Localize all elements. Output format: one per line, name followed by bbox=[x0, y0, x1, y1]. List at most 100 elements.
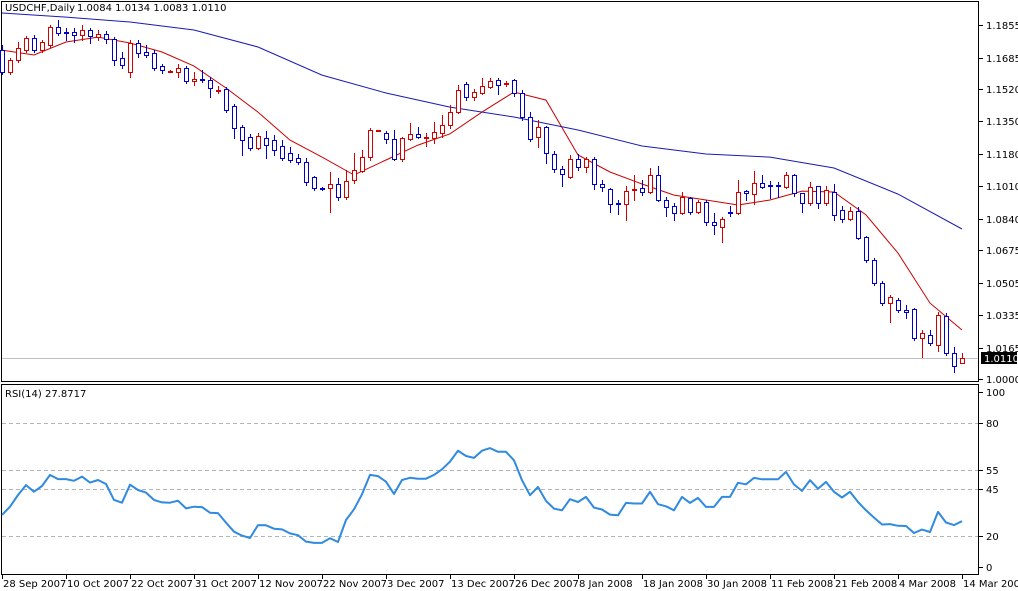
rsi-tick-label: 100 bbox=[986, 388, 1005, 399]
candle-body bbox=[944, 316, 949, 354]
candle-body bbox=[416, 134, 421, 138]
rsi-pane[interactable]: 100 80 55 45 20 0 RSI(14) 27.8717 bbox=[1, 384, 1006, 575]
candle-body bbox=[584, 159, 589, 168]
time-tick-label: 18 Jan 2008 bbox=[643, 579, 703, 590]
candle-body bbox=[304, 162, 309, 183]
candle-body bbox=[704, 202, 709, 223]
rsi-tick-label: 0 bbox=[986, 563, 992, 574]
candle-body bbox=[368, 130, 373, 158]
candle-body bbox=[592, 159, 597, 185]
time-tick-label: 22 Oct 2007 bbox=[131, 579, 193, 590]
time-tick-label: 11 Feb 2008 bbox=[771, 579, 833, 590]
bullish-candle bbox=[400, 137, 405, 162]
bearish-candle bbox=[872, 258, 877, 286]
candle-body bbox=[504, 83, 509, 85]
candle-body bbox=[288, 153, 293, 161]
candle-body bbox=[520, 93, 525, 118]
rsi-pane-frame bbox=[1, 384, 979, 575]
bearish-candle bbox=[944, 313, 949, 356]
candle-body bbox=[760, 183, 765, 188]
time-tick-label: 12 Nov 2007 bbox=[259, 579, 323, 590]
candle-body bbox=[176, 68, 181, 73]
chart-title: USDCHF,Daily bbox=[5, 3, 75, 14]
price-pane[interactable]: 1.1855 1.1685 1.1520 1.1350 1.1180 1.1010 1.08… bbox=[0, 1, 1018, 387]
candle-body bbox=[752, 183, 757, 195]
candle-body bbox=[800, 193, 805, 204]
time-tick-label: 28 Sep 2007 bbox=[3, 579, 66, 590]
bullish-candle bbox=[24, 36, 29, 53]
bearish-candle bbox=[880, 281, 885, 306]
rsi-tick-label: 20 bbox=[986, 532, 999, 543]
time-tick-label: 13 Dec 2007 bbox=[451, 579, 515, 590]
candle-body bbox=[960, 358, 965, 364]
candle-body bbox=[32, 38, 37, 51]
candle-body bbox=[424, 137, 429, 139]
bullish-candle bbox=[368, 128, 373, 161]
candle-body bbox=[624, 191, 629, 205]
candle-body bbox=[264, 138, 269, 146]
candle-body bbox=[432, 132, 437, 139]
candle-body bbox=[224, 89, 229, 111]
candle-body bbox=[88, 30, 93, 37]
bullish-candle bbox=[376, 130, 381, 132]
candle-body bbox=[848, 211, 853, 220]
time-tick-label: 3 Dec 2007 bbox=[387, 579, 445, 590]
bearish-candle bbox=[704, 200, 709, 226]
candle-body bbox=[608, 189, 613, 205]
time-tick-label: 8 Jan 2008 bbox=[579, 579, 633, 590]
bearish-candle bbox=[896, 298, 901, 313]
price-tick-label: 1.1520 bbox=[986, 85, 1018, 96]
candle-body bbox=[768, 185, 773, 187]
bearish-candle bbox=[912, 308, 917, 341]
candle-body bbox=[192, 79, 197, 82]
price-tick-label: 1.0000 bbox=[986, 375, 1018, 386]
price-tick-label: 1.0840 bbox=[986, 215, 1018, 226]
bearish-candle bbox=[792, 174, 797, 197]
candle-body bbox=[464, 84, 469, 98]
bearish-candle bbox=[864, 236, 869, 263]
bearish-candle bbox=[520, 90, 525, 121]
bearish-candle bbox=[552, 151, 557, 173]
candle-body bbox=[808, 187, 813, 204]
time-tick-label: 10 Oct 2007 bbox=[67, 579, 129, 590]
candle-body bbox=[904, 310, 909, 313]
price-tick-label: 1.1855 bbox=[986, 21, 1018, 32]
rsi-tick-label: 55 bbox=[986, 466, 999, 477]
candle-body bbox=[832, 192, 837, 216]
candle-body bbox=[936, 315, 941, 346]
candle-body bbox=[816, 186, 821, 204]
candle-body bbox=[280, 146, 285, 159]
candle-body bbox=[488, 81, 493, 88]
candle-body bbox=[240, 127, 245, 141]
candle-body bbox=[104, 34, 109, 40]
time-axis: 28 Sep 2007 10 Oct 2007 22 Oct 2007 31 Oct … bbox=[2, 575, 1018, 590]
candle-body bbox=[64, 32, 69, 34]
candle-body bbox=[744, 191, 749, 194]
chart-canvas[interactable]: 1.1855 1.1685 1.1520 1.1350 1.1180 1.1010 1.08… bbox=[0, 0, 1018, 591]
candle-body bbox=[712, 222, 717, 226]
bearish-candle bbox=[224, 87, 229, 113]
candle-body bbox=[128, 43, 133, 73]
candle-body bbox=[856, 211, 861, 239]
bearish-candle bbox=[312, 176, 317, 191]
candle-body bbox=[184, 68, 189, 82]
candle-body bbox=[696, 202, 701, 213]
candle-body bbox=[392, 139, 397, 160]
candle-body bbox=[736, 192, 741, 214]
bearish-candle bbox=[688, 197, 693, 215]
candle-body bbox=[536, 127, 541, 138]
candle-body bbox=[952, 353, 957, 367]
ohlc-header: 1.0084 1.0134 1.0083 1.0110 bbox=[77, 3, 227, 14]
candle-body bbox=[824, 190, 829, 204]
time-tick-label: 22 Nov 2007 bbox=[323, 579, 387, 590]
candle-body bbox=[376, 130, 381, 132]
candle-body bbox=[776, 185, 781, 187]
candle-body bbox=[512, 80, 517, 94]
candle-body bbox=[216, 90, 221, 92]
time-tick-label: 4 Mar 2008 bbox=[899, 579, 956, 590]
candle-body bbox=[48, 27, 53, 46]
candle-body bbox=[56, 27, 61, 34]
candle-body bbox=[320, 188, 325, 190]
candle-body bbox=[256, 136, 261, 149]
current-price-tag: 1.0110 bbox=[981, 352, 1018, 365]
